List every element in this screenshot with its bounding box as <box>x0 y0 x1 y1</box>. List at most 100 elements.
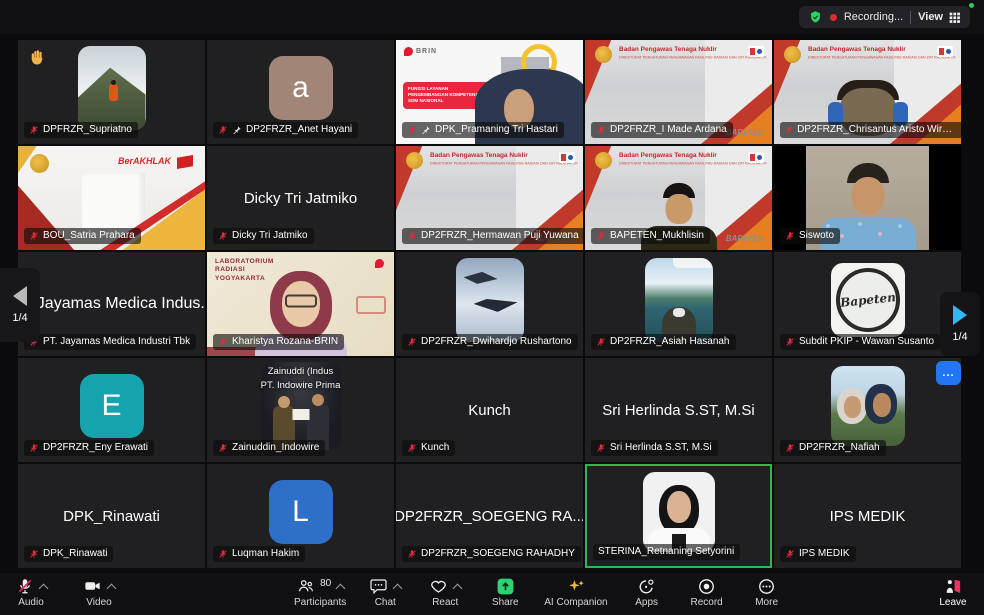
more-ellipsis-icon <box>757 577 776 596</box>
share-button[interactable]: Share <box>484 576 526 608</box>
muted-mic-icon <box>407 125 417 135</box>
security-shield-icon[interactable] <box>808 10 823 25</box>
participant-tile[interactable]: BerAKHLAK BOU_Satria Prahara <box>18 146 205 250</box>
participant-tile[interactable]: Siswoto <box>774 146 961 250</box>
participant-nameplate: Kharistya Rozana-BRIN <box>213 334 344 350</box>
muted-mic-icon <box>407 443 417 453</box>
participants-icon <box>296 577 316 595</box>
ai-companion-button[interactable]: AI Companion <box>544 576 607 608</box>
muted-mic-icon <box>785 337 795 347</box>
previous-page-button[interactable]: 1/4 <box>0 268 40 342</box>
participants-button[interactable]: 80 Participants <box>294 576 346 608</box>
react-button[interactable]: React <box>424 576 466 608</box>
background-title: Badan Pengawas Tenaga Nuklir <box>808 46 906 53</box>
participant-name: DP2FRZR_Dwihardjo Rushartono <box>421 336 572 347</box>
participant-nameplate: DPK_Pramaning Tri Hastari <box>402 122 564 138</box>
participant-nameplate: BOU_Satria Prahara <box>24 228 141 244</box>
participant-nameplate: Subdit PKIP - Wawan Susanto <box>780 334 940 350</box>
participant-name: DPK_Rinawati <box>43 548 107 559</box>
chat-button[interactable]: Chat <box>364 576 406 608</box>
participant-tile[interactable]: Sri Herlinda S.ST, M.Si Sri Herlinda S.S… <box>585 358 772 462</box>
participant-tile[interactable]: a DP2FRZR_Anet Hayani <box>207 40 394 144</box>
muted-mic-icon <box>407 549 417 559</box>
participant-tile[interactable]: DP2FRZR_SOEGENG RA... DP2FRZR_SOEGENG RA… <box>396 464 583 568</box>
participant-name: Zainuddin_Indowire <box>232 442 319 453</box>
participant-tile[interactable]: DPK_Rinawati DPK_Rinawati <box>18 464 205 568</box>
recording-label[interactable]: Recording... <box>844 11 903 23</box>
muted-mic-icon <box>407 231 417 241</box>
participant-nameplate: Luqman Hakim <box>213 546 305 562</box>
muted-mic-icon <box>29 231 39 241</box>
video-button[interactable]: Video <box>78 576 120 608</box>
muted-mic-icon <box>29 549 39 559</box>
chevron-up-icon[interactable] <box>107 583 117 593</box>
profile-photo <box>643 472 715 552</box>
avatar-initial: E <box>80 374 144 438</box>
participant-tile[interactable]: DP2FRZR_Dwihardjo Rushartono <box>396 252 583 356</box>
participant-tile[interactable]: BRIN FUNGSI LAYANAN PENGEMBANGAN KOMPETE… <box>396 40 583 144</box>
decoration <box>292 409 309 420</box>
chevron-up-icon[interactable] <box>453 583 463 593</box>
muted-mic-icon <box>596 125 606 135</box>
muted-mic-icon <box>785 443 795 453</box>
background-title: Badan Pengawas Tenaga Nuklir <box>430 152 528 159</box>
view-button[interactable]: View <box>918 11 961 24</box>
pin-icon <box>232 125 242 135</box>
participant-tile[interactable]: Badan Pengawas Tenaga Nuklir DIREKTORAT … <box>774 40 961 144</box>
muted-mic-icon <box>785 549 795 559</box>
participant-nameplate: DP2FRZR_Eny Erawati <box>24 440 154 456</box>
participant-nameplate: Sri Herlinda S.ST, M.Si <box>591 440 718 456</box>
participant-tile[interactable]: LABORATORIUM RADIASI YOGYAKARTA Kharisty… <box>207 252 394 356</box>
more-button[interactable]: More <box>746 576 788 608</box>
decoration <box>673 258 713 268</box>
participant-tile-active-speaker[interactable]: STERINA_Retnaning Setyorini <box>585 464 772 568</box>
participant-tile[interactable]: DP2FRZR_Nafiah <box>774 358 961 462</box>
agency-logo <box>937 46 953 57</box>
apps-button[interactable]: Apps <box>626 576 668 608</box>
next-page-button[interactable]: 1/4 <box>940 292 980 356</box>
participant-nameplate: DPFRZR_Supriatno <box>24 122 138 138</box>
participant-tile[interactable]: IPS MEDIK IPS MEDIK <box>774 464 961 568</box>
profile-photo <box>831 366 905 446</box>
muted-mic-icon <box>218 337 228 347</box>
participant-name: Kunch <box>421 442 449 453</box>
participant-tile[interactable]: DP2FRZR_Asiah Hasanah <box>585 252 772 356</box>
chevron-up-icon[interactable] <box>38 583 48 593</box>
decoration <box>278 396 290 408</box>
toolbar-right-group: Leave <box>932 576 974 608</box>
chevron-up-icon[interactable] <box>336 583 346 593</box>
participant-name: DP2FRZR_Nafiah <box>799 442 880 453</box>
audio-button[interactable]: Audio <box>10 576 52 608</box>
participant-nameplate: PT. Jayamas Medica Industri Tbk <box>24 334 196 350</box>
participant-tile[interactable]: Zainuddi (Indus PT. Indowire Prima Zainu… <box>207 358 394 462</box>
leave-button[interactable]: Leave <box>932 576 974 608</box>
record-icon <box>697 577 716 596</box>
participant-nameplate: DPK_Rinawati <box>24 546 113 562</box>
participant-tile[interactable]: Dicky Tri Jatmiko Dicky Tri Jatmiko <box>207 146 394 250</box>
participant-display-name: Zainuddi (Indus <box>268 366 333 377</box>
decoration <box>109 84 118 101</box>
participant-tile[interactable]: PT. Jayamas Medica Indus... PT. Jayamas … <box>18 252 205 356</box>
participant-name: DP2FRZR_Asiah Hasanah <box>610 336 730 347</box>
muted-mic-icon <box>785 231 795 241</box>
participant-tile[interactable]: Kunch Kunch <box>396 358 583 462</box>
participant-tile[interactable]: DPFRZR_Supriatno <box>18 40 205 144</box>
background-title: BerAKHLAK <box>118 156 171 166</box>
participant-nameplate: Siswoto <box>780 228 840 244</box>
participant-nameplate: DP2FRZR_Hermawan Puji Yuwana <box>402 228 583 244</box>
participant-name: DP2FRZR_Anet Hayani <box>246 124 352 135</box>
participant-name: Siswoto <box>799 230 834 241</box>
heart-react-icon <box>429 577 448 595</box>
participant-tile[interactable]: Bapeten Subdit PKIP - Wawan Susanto <box>774 252 961 356</box>
participant-tile[interactable]: Badan Pengawas Tenaga Nuklir DIREKTORAT … <box>585 146 772 250</box>
muted-mic-icon <box>218 231 228 241</box>
participant-tile[interactable]: E DP2FRZR_Eny Erawati <box>18 358 205 462</box>
chat-notification-button[interactable]: ... <box>936 361 961 385</box>
record-button[interactable]: Record <box>686 576 728 608</box>
participant-tile[interactable]: Badan Pengawas Tenaga Nuklir DIREKTORAT … <box>396 146 583 250</box>
participant-tile[interactable]: L Luqman Hakim <box>207 464 394 568</box>
apps-icon <box>637 577 656 596</box>
participant-tile[interactable]: Badan Pengawas Tenaga Nuklir DIREKTORAT … <box>585 40 772 144</box>
muted-mic-icon <box>218 125 228 135</box>
chevron-up-icon[interactable] <box>393 583 403 593</box>
